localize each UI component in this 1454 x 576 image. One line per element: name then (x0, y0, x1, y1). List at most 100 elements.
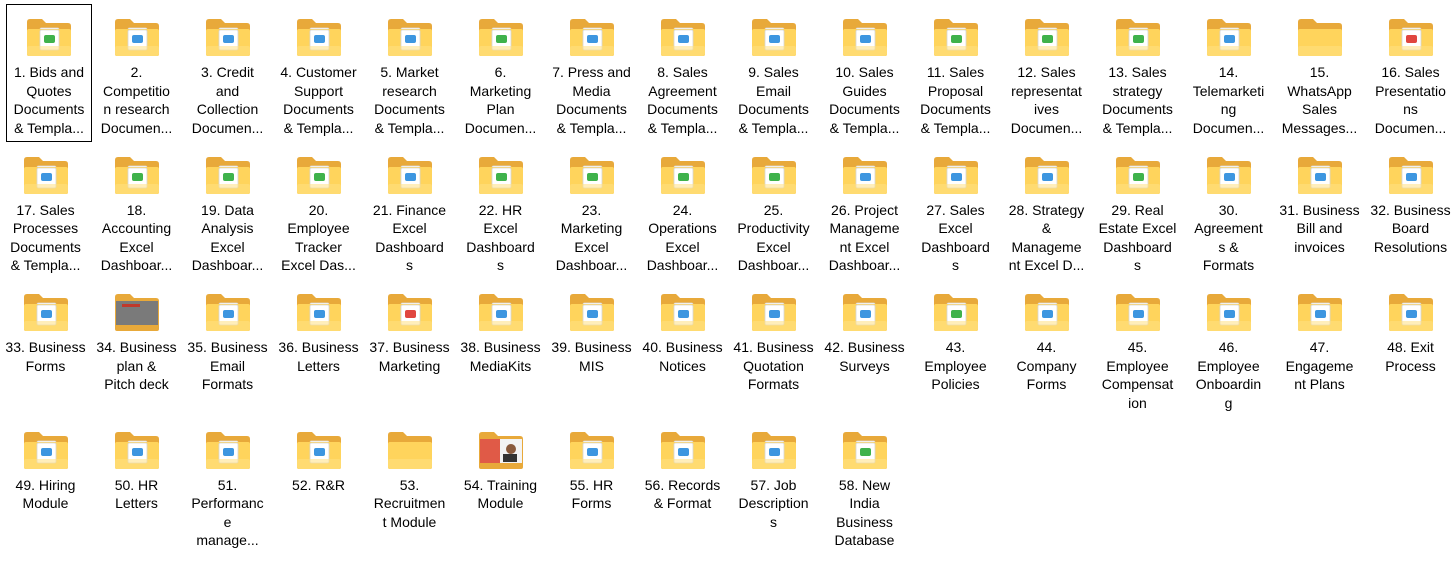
folder-item[interactable]: 8. Sales Agreement Documents & Templa... (637, 4, 728, 142)
folder-item[interactable]: 47. Engageme nt Plans (1274, 279, 1365, 417)
folder-item[interactable]: 29. Real Estate Excel Dashboard s (1092, 142, 1183, 280)
folder-item[interactable]: 4. Customer Support Documents & Templa..… (273, 4, 364, 142)
folder-label: 54. Training Module (463, 476, 538, 512)
folder-item[interactable]: 57. Job Description s (728, 417, 819, 555)
folder-doc-blue-icon-graphic (660, 431, 705, 469)
folder-item[interactable]: 11. Sales Proposal Documents & Templa... (910, 4, 1001, 142)
folder-item[interactable]: 50. HR Letters (91, 417, 182, 555)
folder-label: 5. Market research Documents & Templa... (374, 64, 445, 136)
folder-item[interactable]: 16. Sales Presentatio ns Documen... (1365, 4, 1454, 142)
folder-doc-blue-icon-graphic (478, 294, 523, 331)
folder-item[interactable]: 44. Company Forms (1001, 279, 1092, 417)
folder-item[interactable]: 40. Business Notices (637, 279, 728, 417)
folder-doc-blue-icon-graphic (1024, 156, 1069, 194)
folder-item[interactable]: 34. Business plan & Pitch deck (91, 279, 182, 417)
folder-item[interactable]: 5. Market research Documents & Templa... (364, 4, 455, 142)
folder-item[interactable]: 1. Bids and Quotes Documents & Templa... (6, 4, 92, 142)
folder-doc-green-icon (25, 16, 73, 58)
folder-item[interactable]: 48. Exit Process (1365, 279, 1454, 417)
folder-empty-icon (386, 429, 434, 471)
folder-item[interactable]: 14. Telemarketi ng Documen... (1183, 4, 1274, 142)
folder-label: 27. Sales Excel Dashboard s (921, 201, 990, 274)
folder-item[interactable]: 56. Records & Format (637, 417, 728, 555)
folder-item[interactable]: 41. Business Quotation Formats (728, 279, 819, 417)
folder-doc-green-icon-graphic (660, 156, 705, 194)
folder-label: 39. Business MIS (551, 339, 632, 374)
folder-item[interactable]: 17. Sales Processes Documents & Templa..… (0, 142, 91, 280)
folder-doc-blue-icon (568, 429, 616, 471)
folder-item[interactable]: 2. Competitio n research Documen... (91, 4, 182, 142)
folder-item[interactable]: 27. Sales Excel Dashboard s (910, 142, 1001, 280)
folder-doc-blue-icon (568, 16, 616, 58)
folder-empty-icon-graphic (387, 431, 432, 469)
folder-item[interactable]: 53. Recruitmen t Module (364, 417, 455, 555)
folder-item[interactable]: 46. Employee Onboardin g (1183, 279, 1274, 417)
folder-item[interactable]: 31. Business Bill and invoices (1274, 142, 1365, 280)
folder-item[interactable]: 33. Business Forms (0, 279, 91, 417)
folder-item[interactable]: 3. Credit and Collection Documen... (182, 4, 273, 142)
folder-item[interactable]: 23. Marketing Excel Dashboar... (546, 142, 637, 280)
folder-item[interactable]: 30. Agreement s & Formats (1183, 142, 1274, 280)
folder-doc-blue-icon (113, 429, 161, 471)
folder-item[interactable]: 36. Business Letters (273, 279, 364, 417)
folder-item[interactable]: 39. Business MIS (546, 279, 637, 417)
folder-item[interactable]: 10. Sales Guides Documents & Templa... (819, 4, 910, 142)
folder-label: 37. Business Marketing (369, 339, 450, 374)
folder-item[interactable]: 49. Hiring Module (0, 417, 91, 555)
folder-label: 50. HR Letters (114, 476, 159, 512)
folder-doc-green-icon-graphic (478, 156, 523, 194)
folder-doc-blue-icon (750, 291, 798, 333)
folder-doc-green-icon-graphic (1024, 19, 1069, 56)
folder-doc-blue-icon (1023, 291, 1071, 333)
folder-doc-blue-icon (1205, 291, 1253, 333)
folder-doc-blue-icon (1023, 154, 1071, 196)
folder-item[interactable]: 51. Performanc e manage... (182, 417, 273, 555)
folder-item[interactable]: 24. Operations Excel Dashboar... (637, 142, 728, 280)
folder-item[interactable]: 35. Business Email Formats (182, 279, 273, 417)
folder-item[interactable]: 7. Press and Media Documents & Templa... (546, 4, 637, 142)
folder-item[interactable]: 45. Employee Compensat ion (1092, 279, 1183, 417)
folder-doc-green-icon (932, 16, 980, 58)
folder-label: 18. Accounting Excel Dashboar... (100, 201, 173, 274)
folder-doc-green-icon (659, 154, 707, 196)
folder-item[interactable]: 9. Sales Email Documents & Templa... (728, 4, 819, 142)
folder-item[interactable]: 15. WhatsApp Sales Messages... (1274, 4, 1365, 142)
folder-item[interactable]: 58. New India Business Database (819, 417, 910, 555)
folder-doc-blue-icon (386, 154, 434, 196)
folder-doc-blue-icon (659, 429, 707, 471)
folder-item[interactable]: 38. Business MediaKits (455, 279, 546, 417)
folder-item[interactable]: 26. Project Manageme nt Excel Dashboar..… (819, 142, 910, 280)
folder-doc-blue-icon-graphic (1297, 294, 1342, 331)
folder-item[interactable]: 20. Employee Tracker Excel Das... (273, 142, 364, 280)
folder-item[interactable]: 37. Business Marketing (364, 279, 455, 417)
folder-image-icon (477, 429, 525, 471)
folder-item[interactable]: 25. Productivity Excel Dashboar... (728, 142, 819, 280)
folder-item[interactable]: 6. Marketing Plan Documen... (455, 4, 546, 142)
folder-item[interactable]: 21. Finance Excel Dashboard s (364, 142, 455, 280)
folder-item[interactable]: 54. Training Module (455, 417, 546, 555)
folder-doc-red-icon (386, 291, 434, 333)
folder-item[interactable]: 18. Accounting Excel Dashboar... (91, 142, 182, 280)
folder-doc-blue-icon-graphic (387, 19, 432, 56)
folder-item[interactable]: 32. Business Board Resolutions (1365, 142, 1454, 280)
folder-doc-blue-icon-graphic (114, 19, 159, 56)
folder-label: 28. Strategy & Manageme nt Excel D... (1008, 201, 1085, 274)
folder-item[interactable]: 28. Strategy & Manageme nt Excel D... (1001, 142, 1092, 280)
folder-item[interactable]: 42. Business Surveys (819, 279, 910, 417)
folder-doc-green-icon-graphic (478, 19, 523, 56)
folder-item[interactable]: 12. Sales representat ives Documen... (1001, 4, 1092, 142)
folder-doc-green-icon (477, 16, 525, 58)
folder-doc-green-icon-graphic (751, 156, 796, 194)
folder-item[interactable]: 19. Data Analysis Excel Dashboar... (182, 142, 273, 280)
folder-item[interactable]: 43. Employee Policies (910, 279, 1001, 417)
folder-item[interactable]: 22. HR Excel Dashboard s (455, 142, 546, 280)
folder-doc-green-icon (1023, 16, 1071, 58)
folder-item[interactable]: 52. R&R (273, 417, 364, 555)
folder-empty-icon-graphic (1297, 19, 1342, 56)
folder-item[interactable]: 55. HR Forms (546, 417, 637, 555)
folder-doc-green-icon-graphic (933, 294, 978, 331)
folder-item[interactable]: 13. Sales strategy Documents & Templa... (1092, 4, 1183, 142)
folder-image-icon (113, 291, 161, 333)
folder-doc-blue-icon-graphic (660, 19, 705, 56)
folder-doc-blue-icon-graphic (569, 431, 614, 469)
